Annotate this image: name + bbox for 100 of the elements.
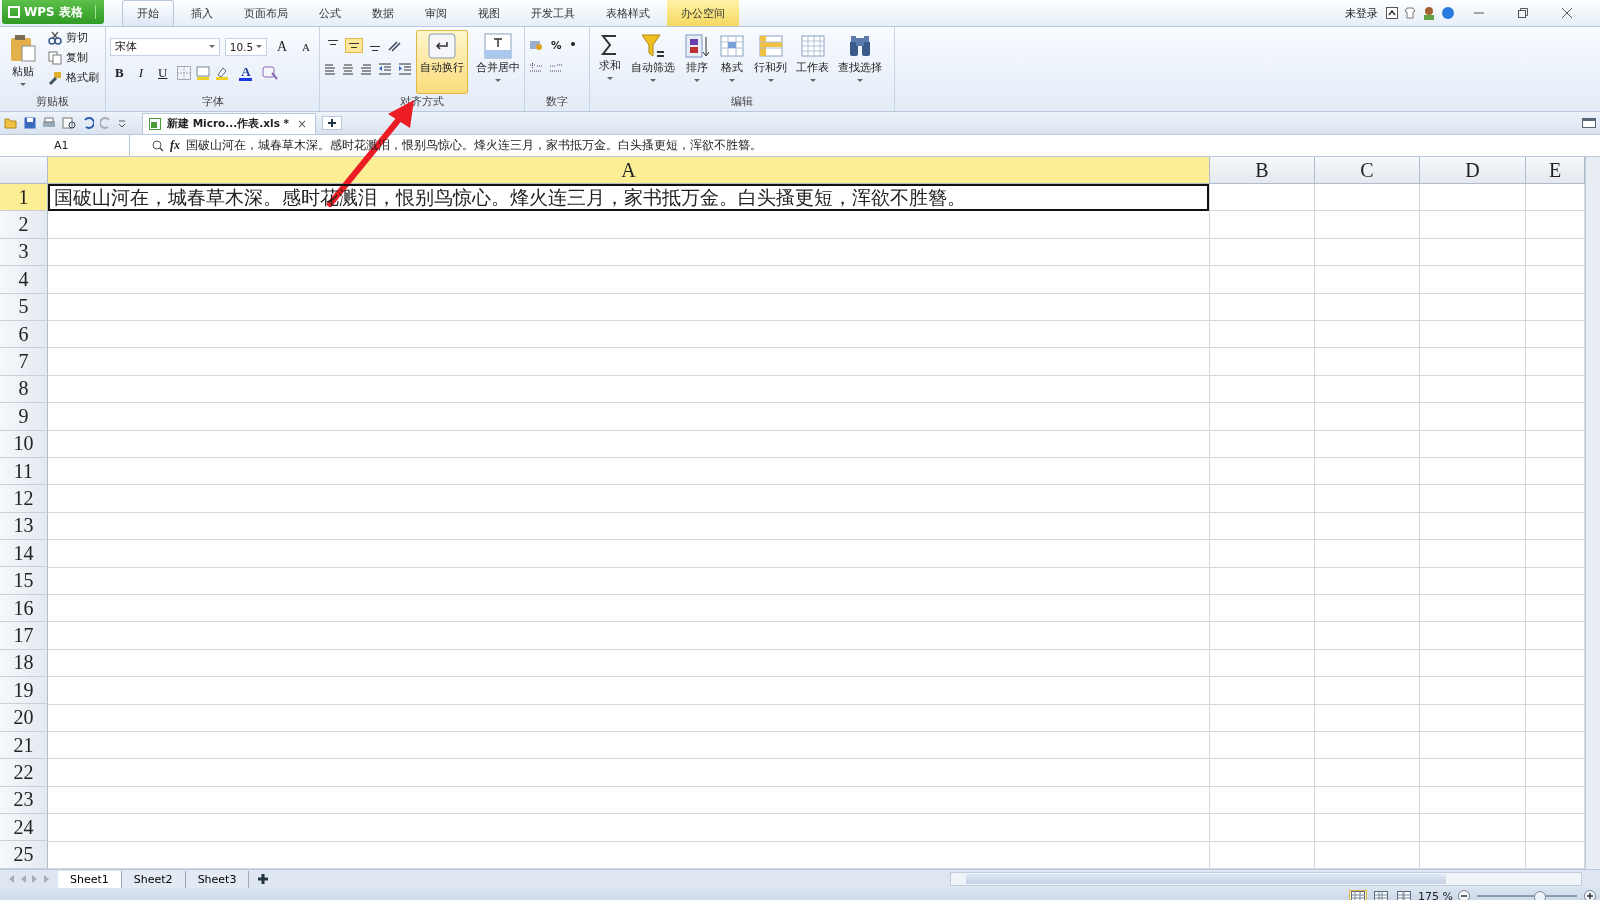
paste-button[interactable]: 粘贴	[4, 30, 42, 95]
row-header[interactable]: 8	[0, 375, 48, 404]
row-header[interactable]: 14	[0, 540, 48, 568]
row-header[interactable]: 18	[0, 649, 48, 678]
column-header[interactable]: D	[1420, 157, 1526, 184]
menu-tab[interactable]: 数据	[357, 0, 408, 26]
sort-icon[interactable]	[684, 33, 710, 59]
vertical-align-button[interactable]	[345, 38, 363, 53]
wrap-text-button[interactable]: 自动换行	[416, 30, 468, 94]
row-header[interactable]: 19	[0, 677, 48, 705]
row-header[interactable]: 24	[0, 814, 48, 842]
row-header[interactable]: 23	[0, 786, 48, 814]
table-icon[interactable]	[719, 33, 745, 59]
row-header[interactable]: 10	[0, 430, 48, 458]
column-header[interactable]: A	[48, 157, 1210, 184]
menu-tab[interactable]: 开发工具	[516, 0, 589, 26]
editing-button[interactable]: 排序	[680, 30, 714, 95]
shrink-font-button[interactable]: A	[297, 40, 315, 54]
row-header[interactable]: 5	[0, 293, 48, 321]
editing-button[interactable]: 格式	[715, 30, 749, 95]
function-button[interactable]: fx	[170, 138, 180, 153]
zoom-slider-thumb[interactable]	[1534, 891, 1546, 900]
close-tab-button[interactable]: ×	[295, 116, 310, 131]
binoculars-icon[interactable]	[847, 33, 873, 59]
decrease-indent-icon[interactable]	[378, 63, 392, 75]
menu-tab[interactable]: 审阅	[410, 0, 461, 26]
align-left-icon[interactable]	[324, 63, 336, 75]
align-center-icon[interactable]	[342, 63, 354, 75]
row-header[interactable]: 1	[0, 184, 48, 212]
funnel-icon[interactable]	[640, 33, 666, 59]
clipboard-action[interactable]: 格式刷	[46, 70, 101, 86]
sheet-tab[interactable]: Sheet2	[121, 870, 186, 888]
row-header[interactable]: 3	[0, 238, 48, 267]
menu-tab[interactable]: 表格样式	[591, 0, 664, 26]
brush-icon[interactable]	[48, 71, 62, 85]
fill-color-icon[interactable]	[196, 66, 211, 80]
row-header[interactable]: 12	[0, 485, 48, 513]
column-header[interactable]: E	[1526, 157, 1585, 184]
clipboard-action[interactable]: 复制	[46, 50, 101, 66]
merge-center-button[interactable]: 合并居中	[472, 30, 524, 94]
font-style-button[interactable]: U	[153, 64, 173, 82]
zoom-icon[interactable]	[152, 139, 164, 152]
row-header[interactable]: 15	[0, 567, 48, 595]
print-preview-icon[interactable]	[62, 117, 76, 129]
close-icon[interactable]	[1562, 8, 1572, 18]
align-right-icon[interactable]	[360, 63, 372, 75]
document-tab[interactable]: 新建 Micro...作表.xls * ×	[142, 112, 317, 134]
row-header[interactable]: 22	[0, 759, 48, 787]
grow-font-button[interactable]: A	[271, 38, 293, 56]
row-header[interactable]: 16	[0, 594, 48, 623]
restore-icon[interactable]	[1518, 8, 1528, 18]
highlighter-icon[interactable]	[215, 66, 230, 80]
row-header[interactable]: 7	[0, 348, 48, 376]
sheet-tab[interactable]: Sheet1	[58, 870, 122, 888]
customize-toolbar-icon[interactable]	[118, 117, 126, 129]
vertical-scrollbar[interactable]	[1585, 157, 1600, 869]
menu-tab[interactable]: 插入	[176, 0, 227, 26]
row-header[interactable]: 9	[0, 403, 48, 431]
editing-button[interactable]: 行和列	[750, 30, 791, 95]
merge-cells-icon[interactable]	[484, 33, 512, 59]
row-header[interactable]: 21	[0, 731, 48, 760]
zoom-out-icon[interactable]	[1458, 890, 1470, 900]
collapse-ribbon-icon[interactable]	[1386, 7, 1398, 19]
menu-tab[interactable]: 页面布局	[229, 0, 302, 26]
view-mode-button[interactable]	[1395, 889, 1414, 900]
menu-tab[interactable]: 视图	[463, 0, 514, 26]
menu-tab[interactable]: 开始	[121, 0, 174, 26]
font-size-field[interactable]: 10.5	[224, 38, 267, 56]
print-icon[interactable]	[42, 117, 56, 129]
font-style-button[interactable]: I	[133, 64, 148, 82]
add-sheet-icon[interactable]	[257, 873, 270, 885]
scissors-icon[interactable]	[48, 31, 62, 45]
clipboard-icon[interactable]	[8, 33, 38, 63]
row-header[interactable]: 17	[0, 622, 48, 650]
row-header[interactable]: 2	[0, 211, 48, 239]
column-header[interactable]: B	[1210, 157, 1315, 184]
shirt-icon[interactable]	[1404, 7, 1416, 19]
clear-format-icon[interactable]	[262, 66, 279, 80]
borders-icon[interactable]	[177, 66, 192, 80]
text-orientation-icon[interactable]	[387, 39, 403, 52]
editing-button[interactable]: 自动筛选	[627, 30, 679, 95]
editing-button[interactable]: 求和	[594, 30, 626, 95]
spreadsheet-file-icon[interactable]	[149, 117, 161, 130]
horizontal-scrollbar[interactable]	[950, 872, 1582, 886]
zoom-in-icon[interactable]	[1584, 890, 1596, 900]
save-icon[interactable]	[24, 117, 36, 129]
row-header[interactable]: 4	[0, 266, 48, 294]
font-color-button[interactable]: A	[234, 64, 258, 82]
editing-button[interactable]: 工作表	[792, 30, 833, 95]
view-mode-button[interactable]	[1372, 889, 1391, 900]
increase-indent-icon[interactable]	[398, 63, 412, 75]
editing-button[interactable]: 查找选择	[834, 30, 886, 95]
copy-icon[interactable]	[48, 51, 62, 65]
sheet-tab[interactable]: Sheet3	[185, 870, 250, 888]
column-header[interactable]: C	[1315, 157, 1420, 184]
view-mode-button[interactable]	[1349, 889, 1368, 900]
new-tab-icon[interactable]	[322, 116, 343, 130]
menu-tab[interactable]: 办公空间	[666, 0, 739, 26]
percent-button[interactable]: %	[549, 38, 564, 52]
menu-tab[interactable]: 公式	[304, 0, 355, 26]
